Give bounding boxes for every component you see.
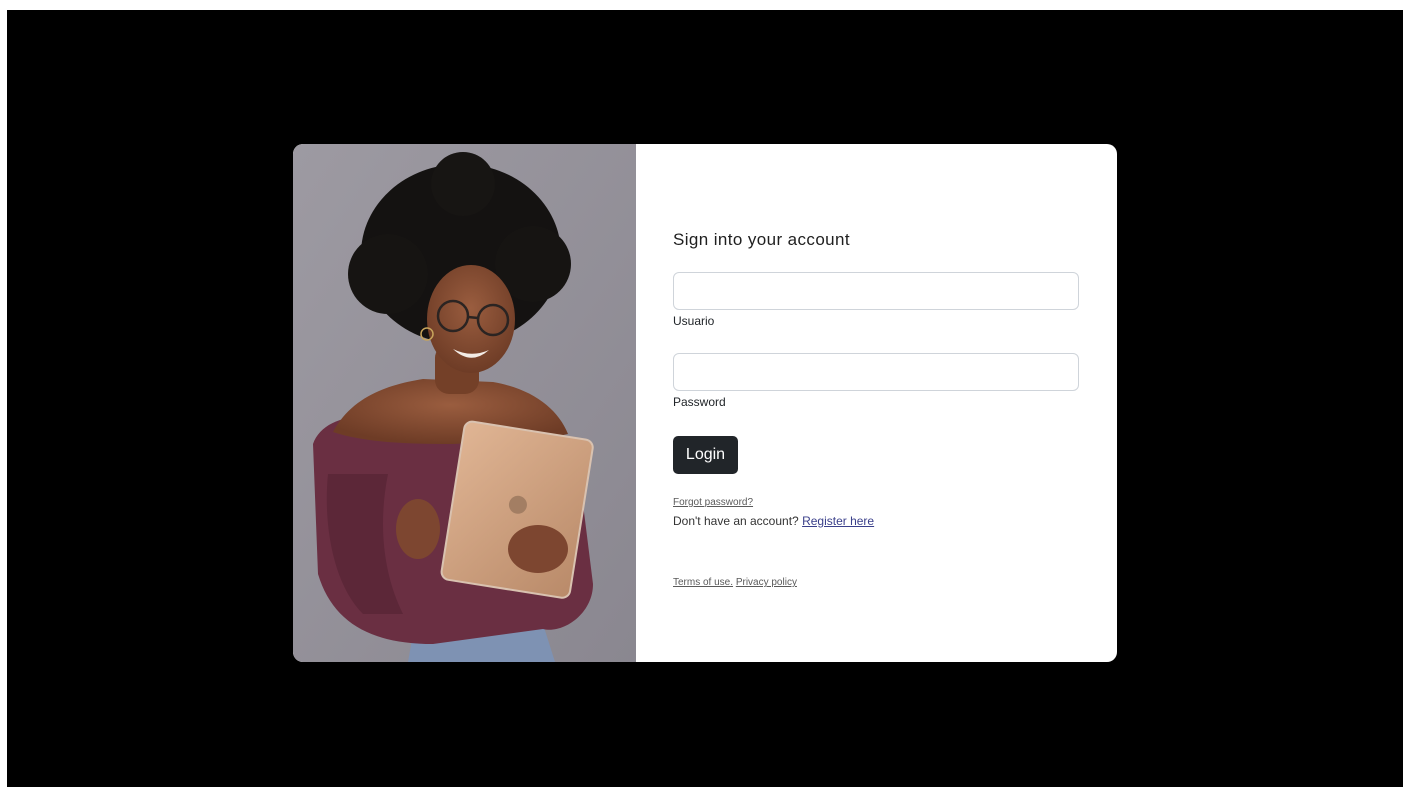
register-prompt: Don't have an account? Register here: [673, 514, 874, 528]
username-input[interactable]: [673, 272, 1079, 310]
legal-links: Terms of use. Privacy policy: [673, 577, 797, 588]
privacy-policy-link[interactable]: Privacy policy: [736, 577, 797, 588]
username-label: Usuario: [673, 314, 715, 328]
woman-with-tablet-illustration: [293, 144, 636, 662]
login-form-panel: Sign into your account Usuario Password …: [636, 144, 1117, 662]
password-label: Password: [673, 395, 726, 409]
password-field-group: Password: [673, 353, 1079, 409]
username-field-group: Usuario: [673, 272, 1079, 328]
password-input[interactable]: [673, 353, 1079, 391]
forgot-password-link[interactable]: Forgot password?: [673, 497, 753, 508]
form-title: Sign into your account: [673, 230, 851, 249]
login-button[interactable]: Login: [673, 436, 738, 474]
login-card: Sign into your account Usuario Password …: [293, 144, 1117, 662]
page-background: Sign into your account Usuario Password …: [7, 10, 1403, 787]
terms-of-use-link[interactable]: Terms of use.: [673, 577, 733, 588]
no-account-text: Don't have an account?: [673, 514, 799, 528]
register-link[interactable]: Register here: [802, 514, 874, 528]
hero-photo: [293, 144, 636, 662]
